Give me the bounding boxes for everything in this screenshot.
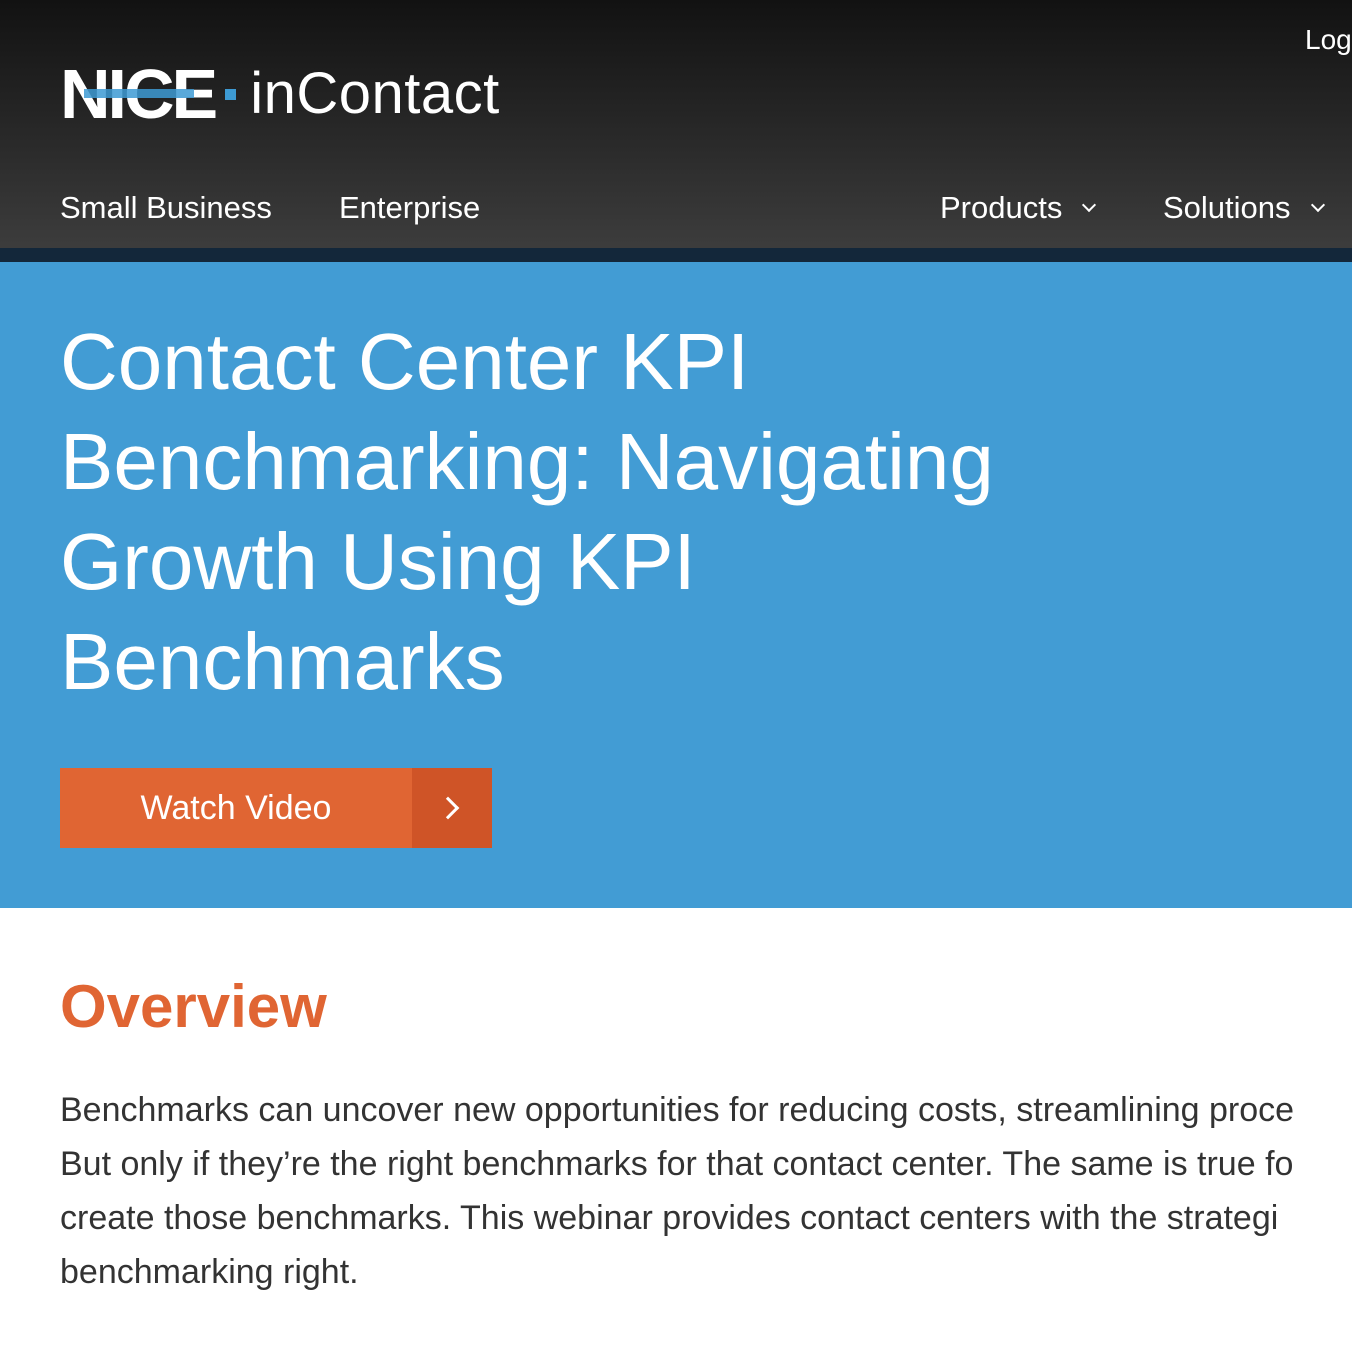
- nav-item-label: Small Business: [60, 190, 272, 225]
- logo-incontact-wordmark: inContact: [250, 61, 500, 126]
- nav-item-label: Solutions: [1163, 190, 1291, 225]
- nav-item-small-business[interactable]: Small Business: [60, 186, 272, 230]
- chevron-down-icon: [1082, 197, 1097, 213]
- watch-video-button[interactable]: Watch Video: [60, 768, 492, 848]
- watch-video-arrow: [412, 768, 492, 848]
- logo-dot: [225, 88, 237, 100]
- nav-item-enterprise[interactable]: Enterprise: [339, 186, 480, 230]
- nav-item-label: Products: [940, 190, 1063, 225]
- main-nav: Small Business Enterprise Products Solut…: [0, 186, 1352, 230]
- overview-line: Benchmarks can uncover new opportunities…: [60, 1091, 1295, 1129]
- chevron-down-icon: [1310, 197, 1325, 213]
- nav-item-products[interactable]: Products: [940, 186, 1097, 230]
- nav-item-label: Enterprise: [339, 190, 481, 225]
- chevron-right-icon: [436, 796, 460, 820]
- overview-line: create those benchmarks. This webinar pr…: [60, 1199, 1279, 1237]
- site-header: Log NICE inContact Small Business Enterp…: [0, 0, 1352, 262]
- watch-video-label: Watch Video: [60, 768, 412, 848]
- page-title: Contact Center KPI Benchmarking: Navigat…: [60, 317, 994, 706]
- header-bottom-bar: [0, 248, 1352, 262]
- logo-nice-wordmark: NICE: [60, 56, 218, 132]
- nav-item-solutions[interactable]: Solutions: [1163, 186, 1325, 230]
- overview-heading: Overview: [60, 973, 327, 1040]
- overview-line: benchmarking right.: [60, 1253, 359, 1291]
- overview-line: But only if they’re the right benchmarks…: [60, 1145, 1294, 1183]
- login-link[interactable]: Log: [1305, 24, 1352, 56]
- overview-paragraph: Benchmarks can uncover new opportunities…: [60, 1083, 1352, 1299]
- hero-banner: Contact Center KPI Benchmarking: Navigat…: [0, 262, 1352, 908]
- nice-incontact-logo[interactable]: NICE inContact: [60, 56, 500, 132]
- logo-accent-bar: [84, 89, 194, 98]
